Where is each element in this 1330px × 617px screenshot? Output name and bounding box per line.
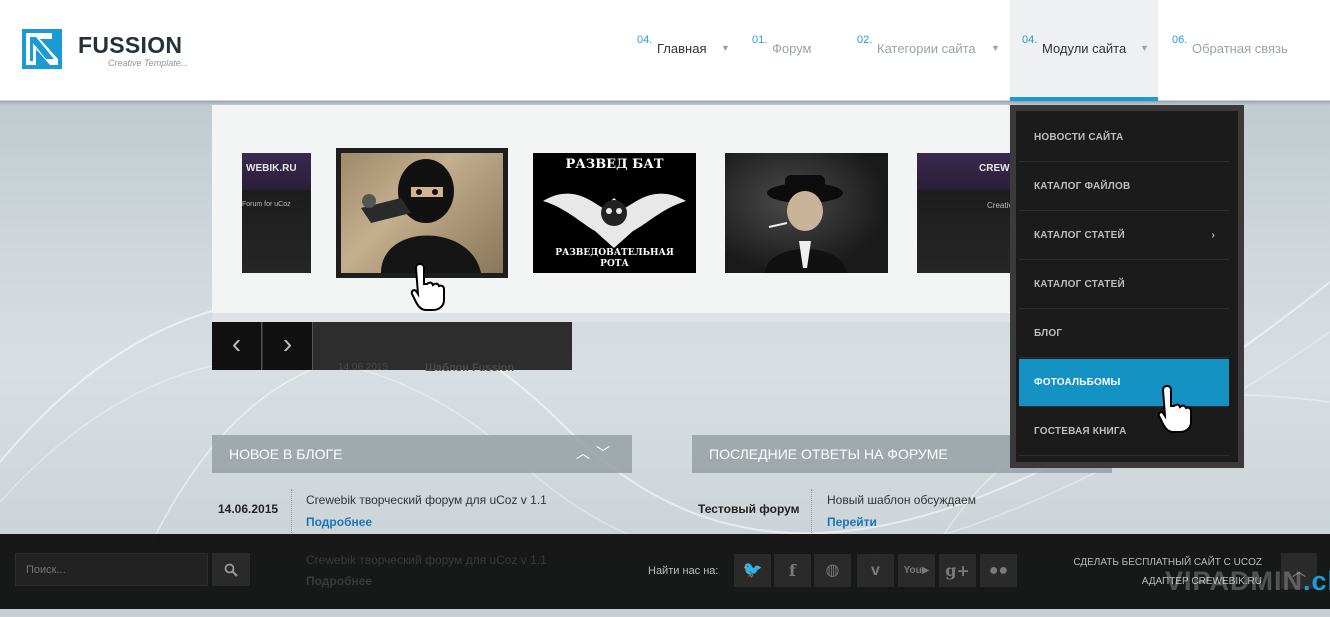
- carousel-next-button[interactable]: ›: [263, 322, 313, 370]
- dropdown-item-label: КАТАЛОГ СТАТЕЙ: [1034, 279, 1125, 290]
- facebook-icon[interactable]: f: [774, 554, 811, 587]
- nav-label: Форум: [772, 41, 812, 56]
- dropdown-item-label: НОВОСТИ САЙТА: [1034, 132, 1124, 143]
- dropdown-item-label: БЛОГ: [1034, 328, 1063, 339]
- nav-number: 02.: [857, 34, 873, 46]
- watermark-ext: .club: [1303, 566, 1330, 596]
- carousel-thumb-smoker[interactable]: [725, 153, 888, 273]
- row-separator: [291, 489, 292, 537]
- chevron-down-icon: ▼: [1140, 43, 1149, 53]
- nav-item-feedback[interactable]: 06. Обратная связь: [1172, 34, 1312, 64]
- dropdown-item-label: КАТАЛОГ ФАЙЛОВ: [1034, 181, 1131, 192]
- carousel-caption-title[interactable]: Шаблон Fussion: [425, 362, 514, 374]
- nav-item-forum[interactable]: 01. Форум: [752, 34, 832, 64]
- chevron-down-icon: ▼: [721, 43, 730, 53]
- thumb-sublabel: Forum for uCoz: [242, 201, 291, 208]
- blog-panel-title: НОВОЕ В БЛОГЕ: [229, 446, 343, 462]
- man-hat-image: [765, 175, 847, 273]
- brand-tagline: Creative Template...: [108, 58, 189, 68]
- carousel-thumb-masked[interactable]: [341, 153, 503, 273]
- blog-row-title[interactable]: Crewebik творческий форум для uCoz v 1.1: [306, 493, 547, 507]
- find-us-label: Найти нас на:: [648, 565, 719, 577]
- dropdown-item-photo-albums[interactable]: ФОТОАЛЬБОМЫ: [1019, 359, 1229, 407]
- page-bottom-strip: [0, 609, 1330, 617]
- youtube-icon[interactable]: You▶: [898, 554, 935, 587]
- search-button[interactable]: [212, 553, 250, 586]
- blog-row-title-ghost: Crewebik творческий форум для uCoz v 1.1: [306, 553, 547, 567]
- masked-figure-image: [361, 159, 481, 273]
- nav-label: Категории сайта: [877, 41, 976, 56]
- blog-row-more-link-ghost: Подробнее: [306, 574, 373, 588]
- nav-item-categories[interactable]: 02. Категории сайта ▼: [857, 34, 1007, 64]
- hand-cursor-icon: [1157, 384, 1192, 433]
- logo-icon[interactable]: [22, 29, 62, 69]
- nav-label: Модули сайта: [1042, 41, 1127, 56]
- carousel-thumb-webik[interactable]: WEBIK.RU Forum for uCoz: [242, 153, 311, 273]
- carousel-divider: [212, 313, 1014, 322]
- dropdown-item-site-news[interactable]: НОВОСТИ САЙТА: [1019, 114, 1229, 162]
- forum-row-name: Тестовый форум: [698, 502, 800, 516]
- dropdown-item-article-catalog[interactable]: КАТАЛОГ СТАТЕЙ ›: [1019, 212, 1229, 260]
- blog-row-date: 14.06.2015: [218, 502, 279, 516]
- forum-row-title[interactable]: Новый шаблон обсуждаем: [827, 493, 976, 507]
- chevron-up-icon[interactable]: ︿: [576, 443, 590, 463]
- nav-item-modules[interactable]: 04. Модули сайта ▼: [1022, 34, 1152, 64]
- nav-number: 01.: [752, 34, 768, 46]
- nav-label: Главная: [657, 41, 707, 56]
- nav-item-home[interactable]: 04. Главная ▼: [637, 34, 737, 64]
- modules-dropdown-menu: НОВОСТИ САЙТА КАТАЛОГ ФАЙЛОВ КАТАЛОГ СТА…: [1010, 105, 1244, 468]
- forum-row-go-link[interactable]: Перейти: [827, 515, 877, 529]
- chevron-right-icon: ›: [1211, 230, 1215, 241]
- googleplus-icon[interactable]: g+: [939, 554, 976, 587]
- dropdown-item-article-catalog-2[interactable]: КАТАЛОГ СТАТЕЙ: [1019, 261, 1229, 309]
- dropdown-item-guestbook[interactable]: ГОСТЕВАЯ КНИГА: [1019, 408, 1229, 456]
- watermark-logo: VIPADMIN.club: [1165, 566, 1330, 597]
- search-icon: [224, 563, 238, 577]
- dropdown-item-file-catalog[interactable]: КАТАЛОГ ФАЙЛОВ: [1019, 163, 1229, 211]
- flickr-icon[interactable]: ●●: [980, 554, 1017, 587]
- nav-label: Обратная связь: [1192, 41, 1288, 56]
- carousel-prev-button[interactable]: ‹: [212, 322, 262, 370]
- twitter-icon[interactable]: 🐦: [734, 554, 771, 587]
- dribbble-icon[interactable]: ◍: [814, 554, 851, 587]
- dropdown-item-blog[interactable]: БЛОГ: [1019, 310, 1229, 358]
- nav-number: 04.: [1022, 34, 1038, 46]
- nav-number: 04.: [637, 34, 653, 46]
- dropdown-item-label: КАТАЛОГ СТАТЕЙ: [1034, 230, 1125, 241]
- row-separator: [811, 489, 812, 537]
- dropdown-item-label: ФОТОАЛЬБОМЫ: [1034, 377, 1121, 388]
- nav-number: 06.: [1172, 34, 1188, 46]
- thumb-label: WEBIK.RU: [246, 163, 297, 174]
- chevron-down-icon: ▼: [991, 43, 1000, 53]
- forum-panel-title: ПОСЛЕДНИЕ ОТВЕТЫ НА ФОРУМЕ: [709, 446, 948, 462]
- blog-row-more-link[interactable]: Подробнее: [306, 515, 372, 529]
- chevron-down-icon[interactable]: ﹀: [596, 443, 610, 463]
- hand-cursor-icon: [410, 262, 445, 311]
- vimeo-icon[interactable]: v: [857, 554, 894, 587]
- watermark-text: VIPADMIN: [1165, 566, 1304, 596]
- dropdown-item-label: ГОСТЕВАЯ КНИГА: [1034, 426, 1127, 437]
- blog-panel-header: НОВОЕ В БЛОГЕ: [212, 435, 632, 473]
- footer-search-input[interactable]: [15, 553, 208, 586]
- thumb-sublabel: РАЗВЕДОВАТЕЛЬНАЯ РОТА: [555, 248, 674, 269]
- carousel-thumb-razvedbat[interactable]: РАЗВЕД БАТ РАЗВЕДОВАТЕЛЬНАЯ РОТА: [533, 153, 696, 273]
- carousel-caption-date: 14.06.2015: [338, 362, 389, 373]
- brand-name[interactable]: FUSSION: [78, 32, 182, 59]
